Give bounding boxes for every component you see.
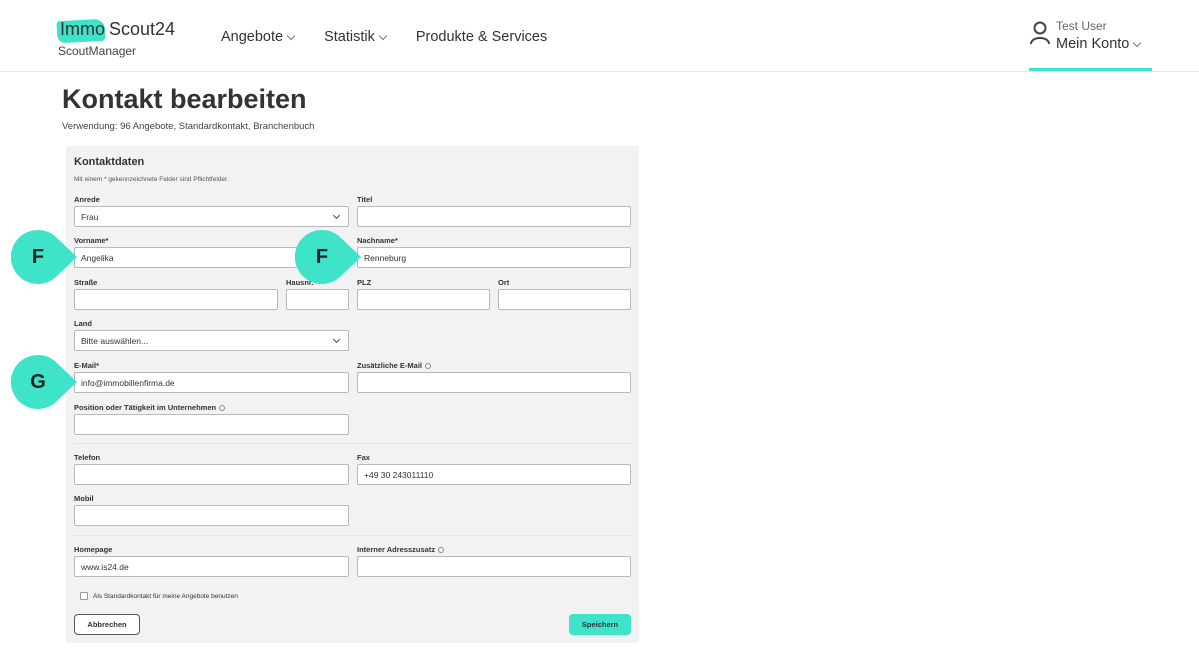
save-button[interactable]: Speichern: [569, 614, 631, 635]
callout-marker-f-vorname: F: [11, 230, 77, 284]
chevron-down-icon: [378, 31, 388, 40]
chevron-down-icon: [1133, 38, 1142, 47]
mobil-label: Mobil: [74, 494, 94, 503]
land-label: Land: [74, 319, 92, 328]
titel-input[interactable]: [357, 206, 631, 227]
main-nav: Angebote Statistik Produkte & Services: [221, 29, 577, 45]
account-label: Mein Konto: [1056, 36, 1142, 52]
user-icon: [1030, 21, 1050, 45]
nav-angebote[interactable]: Angebote: [221, 29, 296, 45]
homepage-label: Homepage: [74, 545, 113, 554]
account-menu[interactable]: Test User Mein Konto: [1029, 0, 1152, 71]
cancel-button[interactable]: Abbrechen: [74, 614, 140, 635]
plz-input[interactable]: [357, 289, 490, 310]
marker-letter: F: [31, 245, 45, 268]
fax-input[interactable]: +49 30 243011110: [357, 464, 631, 485]
telefon-input[interactable]: [74, 464, 349, 485]
nav-produkte-label: Produkte & Services: [415, 29, 548, 45]
divider: [74, 443, 631, 444]
nav-statistik-label: Statistik: [324, 29, 375, 45]
anrede-select[interactable]: Frau: [74, 206, 349, 227]
chevron-down-icon: [332, 211, 341, 220]
top-header: Immo Scout24 ScoutManager Angebote Stati…: [0, 0, 1199, 72]
anrede-label: Anrede: [74, 195, 100, 204]
zusatz-email-label-text: Zusätzliche E-Mail: [357, 361, 423, 370]
land-value: Bitte auswählen...: [81, 335, 149, 346]
mobil-input[interactable]: [74, 505, 349, 526]
ort-input[interactable]: [498, 289, 631, 310]
nav-produkte-services[interactable]: Produkte & Services: [416, 29, 547, 45]
info-icon[interactable]: [219, 405, 226, 412]
callout-marker-f-nachname: F: [295, 230, 361, 284]
chevron-down-icon: [286, 31, 296, 40]
position-input[interactable]: [74, 414, 349, 435]
email-input[interactable]: info@immobilienfirma.de: [74, 372, 349, 393]
logo-subtitle: ScoutManager: [58, 44, 137, 58]
account-label-text: Mein Konto: [1056, 36, 1130, 52]
telefon-label: Telefon: [74, 453, 101, 462]
zusatz-email-input[interactable]: [357, 372, 631, 393]
chevron-down-icon: [332, 335, 341, 344]
usage-text: Verwendung: 96 Angebote, Standardkontakt…: [62, 121, 315, 132]
section-title: Kontaktdaten: [74, 156, 145, 168]
standard-contact-option[interactable]: Als Standardkontakt für meine Angebote b…: [80, 592, 238, 600]
titel-label: Titel: [357, 195, 373, 204]
nav-angebote-label: Angebote: [221, 29, 284, 45]
divider: [74, 535, 631, 536]
page-title: Kontakt bearbeiten: [62, 84, 307, 114]
zusatz-email-label: Zusätzliche E-Mail: [357, 361, 432, 370]
land-select[interactable]: Bitte auswählen...: [74, 330, 349, 351]
ort-label: Ort: [498, 278, 510, 287]
marker-letter: F: [315, 245, 329, 268]
adresszusatz-label-text: Interner Adresszusatz: [357, 545, 436, 554]
position-label: Position oder Tätigkeit im Unternehmen: [74, 403, 226, 412]
adresszusatz-label: Interner Adresszusatz: [357, 545, 445, 554]
user-name: Test User: [1056, 19, 1107, 33]
marker-letter: G: [30, 370, 46, 393]
nachname-label: Nachname*: [357, 236, 398, 245]
anrede-value: Frau: [81, 211, 99, 222]
required-hint: Mit einem * gekennzeichnete Felder sind …: [74, 176, 229, 183]
info-icon[interactable]: [438, 547, 445, 554]
homepage-input[interactable]: www.is24.de: [74, 556, 349, 577]
fax-label: Fax: [357, 453, 370, 462]
standard-contact-checkbox[interactable]: [80, 592, 88, 600]
contact-form: Kontaktdaten Mit einem * gekennzeichnete…: [66, 146, 639, 643]
info-icon[interactable]: [425, 363, 432, 370]
nachname-input[interactable]: Renneburg: [357, 247, 631, 268]
logo-scout-text: Scout24: [109, 18, 176, 39]
strasse-input[interactable]: [74, 289, 278, 310]
standard-contact-label: Als Standardkontakt für meine Angebote b…: [93, 592, 238, 600]
nav-statistik[interactable]: Statistik: [324, 29, 388, 45]
callout-marker-g-email: G: [11, 355, 77, 409]
adresszusatz-input[interactable]: [357, 556, 631, 577]
immoscout-logo[interactable]: Immo Scout24 ScoutManager: [58, 17, 176, 59]
vorname-label: Vorname*: [74, 236, 109, 245]
logo-immo-text: Immo: [60, 18, 105, 39]
hausnr-input[interactable]: [286, 289, 349, 310]
position-label-text: Position oder Tätigkeit im Unternehmen: [74, 403, 217, 412]
